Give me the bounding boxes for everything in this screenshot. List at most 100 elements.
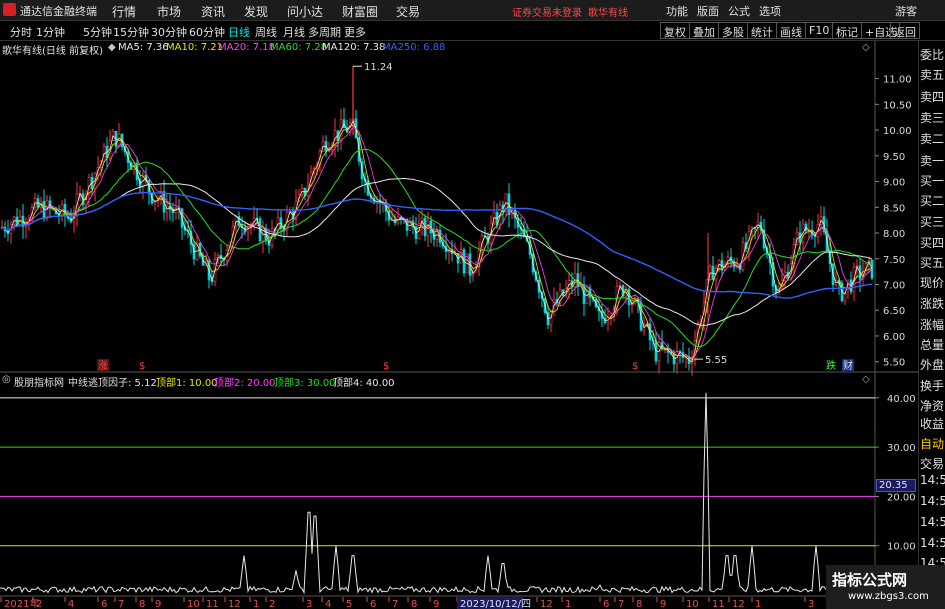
quote-panel-item: 14:56	[920, 515, 945, 529]
event-marker[interactable]: $	[139, 361, 145, 372]
y-tick-label: 11.00	[883, 75, 912, 86]
y-tick-label: 8.00	[883, 229, 905, 240]
event-marker[interactable]: 涨	[98, 360, 108, 372]
period-multi[interactable]: 多周期	[308, 24, 341, 40]
quote-panel-item: 卖四	[920, 90, 945, 104]
y-tick-label: 10.50	[883, 100, 912, 111]
quote-panel-item: 卖五	[920, 68, 945, 82]
menu-quotes[interactable]: 行情	[112, 3, 136, 20]
period-intraday[interactable]: 分时	[10, 24, 32, 40]
x-tick-label: 4	[325, 599, 331, 609]
period-1min[interactable]: 1分钟	[36, 24, 65, 40]
stock-name-title: 歌华有线	[588, 8, 628, 19]
x-axis: 2021年24678910111212345678910111212023/10…	[0, 597, 814, 609]
watermark-title: 指标公式网	[832, 571, 908, 589]
sub-expand-icon[interactable]: ◇	[862, 374, 870, 385]
quote-panel-item: 涨跌	[920, 297, 945, 311]
guest-user[interactable]: 游客	[895, 3, 917, 19]
period-more[interactable]: 更多	[344, 24, 366, 40]
expand-icon[interactable]: ◇	[862, 42, 870, 53]
menu-layout[interactable]: 版面	[697, 3, 719, 19]
x-tick-label: 6	[370, 599, 376, 609]
level-2-legend: 顶部2: 20.00	[214, 378, 276, 389]
draw-line-button[interactable]: 画线	[776, 22, 806, 39]
back-button[interactable]: 返回	[890, 22, 920, 39]
menu-wealth[interactable]: 财富圈	[342, 3, 378, 20]
indicator-source: 股朋指标网	[14, 378, 64, 389]
menu-ask[interactable]: 问小达	[287, 3, 323, 20]
quote-panel-item: 买五	[920, 256, 945, 270]
main-chart-legend: 歌华有线(日线 前复权) ◆ MA5: 7.36 MA10: 7.21 MA20…	[0, 41, 875, 57]
event-marker[interactable]: 财	[843, 359, 853, 372]
x-tick-label: 11	[712, 599, 725, 609]
level-4-legend: 顶部4: 40.00	[333, 378, 395, 389]
period-monthly[interactable]: 月线	[283, 24, 305, 40]
legend-ma5: MA5: 7.36	[118, 42, 169, 53]
indicator-line	[0, 392, 873, 595]
quote-panel-item: 换手	[920, 379, 945, 393]
y-tick-label: 20.00	[887, 492, 916, 503]
x-tick-label: 5	[346, 599, 352, 609]
x-tick-label: 7	[118, 599, 124, 609]
overlay-button[interactable]: 叠加	[689, 22, 719, 39]
main-chart-series[interactable]	[0, 66, 874, 376]
main-chart-grid	[0, 41, 918, 609]
quote-panel-item: 委比	[920, 48, 945, 62]
sub-legend-bullet-icon: ◎	[2, 374, 11, 385]
title-bar: 通达信金融终端 行情 市场 资讯 发现 问小达 财富圈 交易 证券交易未登录 歌…	[0, 0, 945, 21]
y-tick-label: 40.00	[887, 394, 916, 405]
period-5min[interactable]: 5分钟	[83, 24, 112, 40]
y-tick-label: 8.50	[883, 203, 905, 214]
quote-panel-item: 14:56	[920, 494, 945, 508]
x-tick-label: 2021年	[4, 597, 39, 609]
menu-formula[interactable]: 公式	[728, 3, 750, 19]
period-15min[interactable]: 15分钟	[113, 24, 149, 40]
menu-discover[interactable]: 发现	[244, 3, 268, 20]
x-tick-label: 6	[101, 599, 107, 609]
y-tick-label: 9.50	[883, 152, 905, 163]
f10-button[interactable]: F10	[805, 22, 834, 39]
y-tick-label: 6.00	[883, 332, 905, 343]
period-30min[interactable]: 30分钟	[151, 24, 187, 40]
chart-canvas[interactable]: 11.00 10.50 10.00 9.50 9.00 8.50 8.00 7.50 7.00 6…	[0, 0, 945, 609]
event-marker[interactable]: 跌	[826, 359, 836, 372]
main-chart-markers: 11.24 5.55 涨 $ $ $ 跌财	[97, 62, 854, 372]
x-tick-label: 1	[755, 599, 761, 609]
adjust-button[interactable]: 复权	[660, 22, 690, 39]
menu-trade[interactable]: 交易	[396, 3, 420, 20]
quote-panel-item: 买二	[920, 194, 945, 208]
period-60min[interactable]: 60分钟	[189, 24, 225, 40]
cursor-date-label: 2023/10/12/四	[460, 599, 531, 609]
quote-panel-item: 涨幅	[920, 318, 945, 332]
login-status[interactable]: 证券交易未登录	[512, 4, 582, 19]
y-tick-label: 10.00	[887, 542, 916, 553]
x-tick-label: 8	[636, 599, 642, 609]
event-marker[interactable]: $	[632, 361, 638, 372]
main-chart-y-axis: 11.00 10.50 10.00 9.50 9.00 8.50 8.00 7.50 7.00 6…	[875, 75, 912, 369]
quote-panel-item: 交易	[920, 457, 945, 471]
quote-panel-item: 卖一	[920, 154, 945, 168]
period-daily[interactable]: 日线	[228, 24, 250, 40]
multi-stock-button[interactable]: 多股	[718, 22, 748, 39]
app-logo-icon	[3, 3, 16, 16]
menu-market[interactable]: 市场	[157, 3, 181, 20]
event-marker[interactable]: $	[383, 361, 389, 372]
x-tick-label: 7	[618, 599, 624, 609]
period-weekly[interactable]: 周线	[255, 24, 277, 40]
sub-chart-series[interactable]	[0, 392, 873, 595]
menu-function[interactable]: 功能	[666, 3, 688, 19]
menu-options[interactable]: 选项	[759, 3, 781, 19]
quote-panel-item: 外盘	[920, 358, 945, 372]
chart-header: 歌华有线(日线 前复权)	[2, 46, 103, 57]
legend-ma10: MA10: 7.21	[166, 42, 224, 53]
y-tick-label: 30.00	[887, 443, 916, 454]
menu-news[interactable]: 资讯	[201, 3, 225, 20]
x-tick-label: 1	[253, 599, 259, 609]
legend-ma20: MA20: 7.18	[218, 42, 276, 53]
high-price-label: 11.24	[364, 62, 393, 73]
x-tick-label: 6	[603, 599, 609, 609]
x-tick-label: 1	[565, 599, 571, 609]
mark-button[interactable]: 标记	[832, 22, 862, 39]
statistics-button[interactable]: 统计	[747, 22, 777, 39]
legend-ma60: MA60: 7.28	[270, 42, 328, 53]
